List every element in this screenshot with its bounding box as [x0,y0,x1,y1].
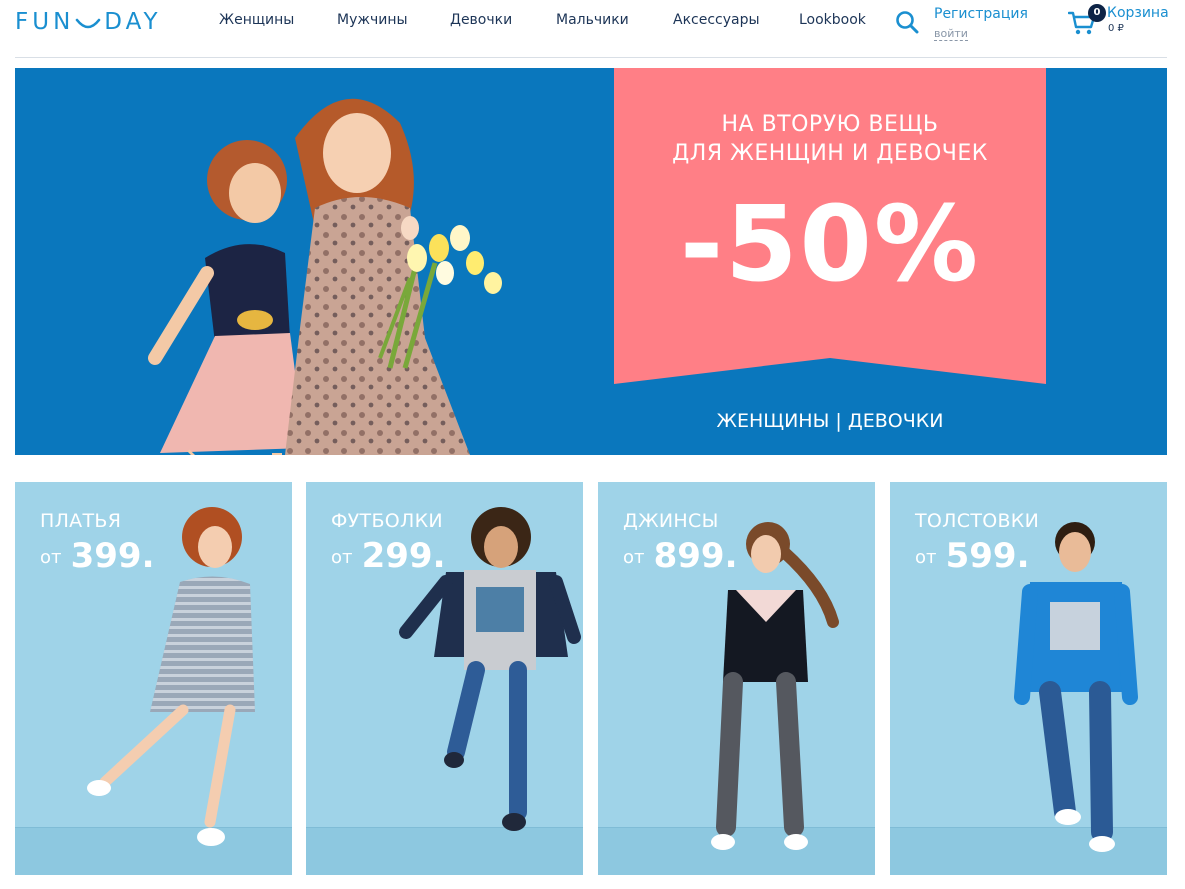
cart-count-badge: 0 [1088,4,1106,22]
nav-item-women[interactable]: Женщины [219,12,337,28]
price-value: 299. [361,536,446,576]
promo-link-women[interactable]: ЖЕНЩИНЫ [717,410,830,432]
tile-price: от 899. [623,536,737,576]
price-value: 899. [653,536,738,576]
tile-title: ПЛАТЬЯ [40,510,122,532]
cart-total: 0 ₽ [1108,23,1124,34]
tile-title: ФУТБОЛКИ [331,510,443,532]
promo-link-separator: | [835,410,842,432]
cart-widget[interactable]: 0 Корзина 0 ₽ [1068,4,1178,40]
nav-item-boys[interactable]: Мальчики [556,12,673,28]
category-tile-jeans[interactable]: ДЖИНСЫ от 899. [598,482,875,875]
tile-title: ТОЛСТОВКИ [915,510,1040,532]
logo-text-right: DAY [104,9,162,35]
price-prefix: от [915,547,937,568]
promo-headline-line2: ДЛЯ ЖЕНЩИН И ДЕВОЧЕК [672,141,988,166]
logo-text-left: FUN [15,9,75,35]
tile-price: от 399. [40,536,154,576]
nav-item-lookbook[interactable]: Lookbook [799,12,879,28]
tile-title: ДЖИНСЫ [623,510,719,532]
hero-banner[interactable]: НА ВТОРУЮ ВЕЩЬ ДЛЯ ЖЕНЩИН И ДЕВОЧЕК -50%… [15,68,1167,455]
price-value: 399. [70,536,155,576]
nav-item-accessories[interactable]: Аксессуары [673,12,799,28]
register-link[interactable]: Регистрация [934,6,1028,22]
login-link[interactable]: войти [934,28,968,41]
price-prefix: от [623,547,645,568]
logo-smile-icon [75,18,101,29]
main-nav: Женщины Мужчины Девочки Мальчики Аксессу… [219,12,879,28]
category-tile-dresses[interactable]: ПЛАТЬЯ от 399. [15,482,292,875]
promo-link-girls[interactable]: ДЕВОЧКИ [848,410,944,432]
tile-price: от 599. [915,536,1029,576]
hero-models-image [148,98,502,455]
price-value: 599. [945,536,1030,576]
tile-price: от 299. [331,536,445,576]
cart-link[interactable]: Корзина [1107,5,1169,21]
category-tiles: ПЛАТЬЯ от 399. ФУТБОЛКИ от 299. ДЖИНСЫ о… [15,482,1167,875]
search-icon[interactable] [895,10,919,34]
category-tile-sweatshirts[interactable]: ТОЛСТОВКИ от 599. [890,482,1167,875]
price-prefix: от [40,547,62,568]
nav-item-men[interactable]: Мужчины [337,12,450,28]
price-prefix: от [331,547,353,568]
nav-item-girls[interactable]: Девочки [450,12,556,28]
auth-links: Регистрация войти [934,6,1028,41]
promo-headline-line1: НА ВТОРУЮ ВЕЩЬ [721,112,939,137]
category-tile-tshirts[interactable]: ФУТБОЛКИ от 299. [306,482,583,875]
promo-discount: -50% [679,183,981,305]
promo-category-links: ЖЕНЩИНЫ | ДЕВОЧКИ [614,410,1046,432]
logo[interactable]: FUN DAY [15,8,162,36]
site-header: FUN DAY Женщины Мужчины Девочки Мальчики… [15,0,1169,58]
